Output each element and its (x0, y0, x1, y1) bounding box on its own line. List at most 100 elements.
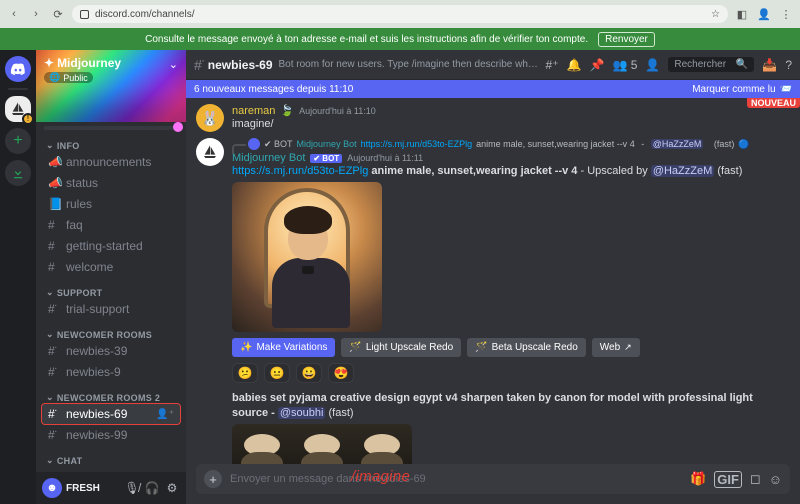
category-newcomer[interactable]: ⌄ NEWCOMER ROOMS (40, 329, 182, 340)
hashchat-icon: #̈ (48, 344, 60, 358)
menu-icon[interactable]: ⋮ (778, 6, 794, 22)
home-button[interactable] (5, 56, 31, 82)
reply-author: Midjourney Bot (297, 139, 357, 149)
channel-welcome[interactable]: #welcome (42, 257, 180, 277)
external-link-icon (624, 342, 632, 353)
channel-sidebar: ✦Midjourney 🌐 Public ⌄ ⌄ INFO 📣announcem… (36, 50, 186, 504)
invite-icon[interactable]: 👤⁺ (156, 409, 174, 420)
channel-getting-started[interactable]: #getting-started (42, 236, 180, 256)
server-header[interactable]: ✦Midjourney 🌐 Public ⌄ (36, 50, 186, 122)
mention[interactable]: @HaZzZeM (651, 165, 714, 177)
message-list[interactable]: 🐰 nareman 🍃Aujourd'hui à 11:10 imagine/ … (186, 98, 800, 464)
category-support[interactable]: ⌄ SUPPORT (40, 287, 182, 298)
emoji-icon[interactable]: ☺ (769, 472, 782, 487)
reply-avatar (248, 138, 260, 150)
category-chat[interactable]: ⌄ CHAT (40, 455, 182, 466)
new-messages-bar[interactable]: 6 nouveaux messages depuis 11:10 Marquer… (186, 80, 800, 98)
chevron-down-icon: ⌄ (169, 58, 178, 71)
settings-icon[interactable]: ⚙ (164, 481, 180, 495)
discord-app: ! + ✦Midjourney 🌐 Public ⌄ ⌄ INFO 📣annou… (0, 50, 800, 504)
hash-icon: # (48, 239, 60, 253)
channel-status[interactable]: 📣status (42, 173, 180, 193)
reaction[interactable]: 😕 (232, 363, 258, 383)
reply-reference[interactable]: ✔ BOT Midjourney Bot https://s.mj.run/d5… (232, 138, 790, 150)
chat-area: #̈ newbies-69 Bot room for new users. Ty… (186, 50, 800, 504)
message-content: imagine/ (232, 117, 790, 131)
mark-as-read[interactable]: Marquer comme lu 📨 (692, 84, 792, 95)
web-button[interactable]: Web (592, 338, 640, 357)
mute-icon[interactable]: 🎙︎̸ (124, 481, 140, 495)
channel-trial-support[interactable]: #̈trial-support (42, 299, 180, 319)
forward-button[interactable]: › (28, 6, 44, 22)
url-text: discord.com/channels/ (95, 9, 195, 20)
author-name[interactable]: nareman (232, 105, 275, 117)
avatar[interactable]: 🐰 (196, 104, 224, 132)
address-bar[interactable]: discord.com/channels/ ☆ (72, 5, 728, 23)
reload-button[interactable]: ⟳ (50, 6, 66, 22)
prompt-link[interactable]: https://s.mj.run/d53to-EZPlg (232, 165, 368, 177)
profile-icon[interactable]: 👤 (756, 6, 772, 22)
mention[interactable]: @soubhi (278, 407, 326, 419)
channel-faq[interactable]: #faq (42, 215, 180, 235)
search-icon: 🔍 (736, 59, 748, 70)
message-input[interactable]: + Envoyer un message dans #newbies-69 /i… (196, 464, 790, 494)
gift-icon[interactable]: 🎁 (690, 471, 706, 487)
attach-button[interactable]: + (204, 470, 222, 488)
channel-scroll[interactable]: ⌄ INFO 📣announcements 📣status 📘rules #fa… (36, 130, 186, 472)
notification-icon[interactable]: 🔔 (567, 58, 582, 72)
mention[interactable]: @HaZzZeM (651, 139, 704, 149)
rules-icon: 📘 (48, 197, 60, 211)
header-toolbar: #⁺ 🔔 📌 👥 5 👤 Rechercher🔍 📥 ? (546, 57, 792, 72)
reaction[interactable]: 😍 (328, 363, 354, 383)
members-icon[interactable]: 👥 5 (612, 58, 637, 72)
channel-rules[interactable]: 📘rules (42, 194, 180, 214)
channel-announcements[interactable]: 📣announcements (42, 152, 180, 172)
user-avatar[interactable]: ☻ (42, 478, 62, 498)
search-input[interactable]: Rechercher🔍 (668, 57, 754, 72)
inbox-icon[interactable]: 📥 (762, 58, 777, 72)
discord-icon (10, 63, 26, 75)
beta-upscale-button[interactable]: Beta Upscale Redo (467, 338, 586, 357)
hashchat-icon: #̈ (48, 302, 60, 316)
deafen-icon[interactable]: 🎧 (144, 481, 160, 495)
slash-command-overlay: /imagine (351, 468, 410, 485)
back-button[interactable]: ‹ (6, 6, 22, 22)
verified-icon: ✦ (44, 56, 54, 70)
make-variations-button[interactable]: Make Variations (232, 338, 335, 357)
threads-icon[interactable]: #⁺ (546, 58, 559, 72)
category-newcomer-2[interactable]: ⌄ NEWCOMER ROOMS 2 (40, 392, 182, 403)
avatar[interactable] (196, 138, 224, 166)
bot-badge: ✔ BOT (264, 139, 293, 150)
resend-button[interactable]: Renvoyer (598, 32, 655, 47)
show-members-icon[interactable]: 👤 (645, 58, 660, 72)
channel-newbies-69[interactable]: #̈newbies-69👤⁺ (42, 404, 180, 424)
channel-newbies-9[interactable]: #̈newbies-9 (42, 362, 180, 382)
help-icon[interactable]: ? (785, 58, 792, 72)
new-messages-text: 6 nouveaux messages depuis 11:10 (194, 84, 353, 95)
category-info[interactable]: ⌄ INFO (40, 140, 182, 151)
extension-icon[interactable]: ◧ (734, 6, 750, 22)
wand-icon (475, 342, 487, 353)
light-upscale-button[interactable]: Light Upscale Redo (341, 338, 461, 357)
channel-newbies-99[interactable]: #̈newbies-99 (42, 425, 180, 445)
channel-newbies-39[interactable]: #̈newbies-39 (42, 341, 180, 361)
gif-button[interactable]: GIF (714, 471, 742, 488)
pin-icon[interactable]: 📌 (589, 58, 604, 72)
reply-link[interactable]: https://s.mj.run/d53to-EZPlg (361, 139, 473, 149)
download-icon (11, 166, 25, 180)
hashchat-icon: #̈ (48, 407, 60, 421)
bookmark-icon[interactable]: ☆ (711, 9, 720, 20)
generated-image-grid[interactable] (232, 424, 412, 464)
reaction[interactable]: 😀 (296, 363, 322, 383)
add-server-button[interactable]: + (5, 128, 31, 154)
hashchat-icon: #̈ (48, 428, 60, 442)
channel-topic[interactable]: Bot room for new users. Type /imagine th… (279, 59, 540, 70)
username[interactable]: FRESH (66, 483, 120, 494)
leaf-icon: 🍃 (280, 104, 294, 117)
timestamp: Aujourd'hui à 11:11 (347, 153, 423, 163)
server-midjourney[interactable]: ! (5, 96, 31, 122)
sticker-icon[interactable]: ◻ (750, 471, 761, 487)
download-apps-button[interactable] (5, 160, 31, 186)
generated-image[interactable] (232, 182, 382, 332)
reaction[interactable]: 😐 (264, 363, 290, 383)
